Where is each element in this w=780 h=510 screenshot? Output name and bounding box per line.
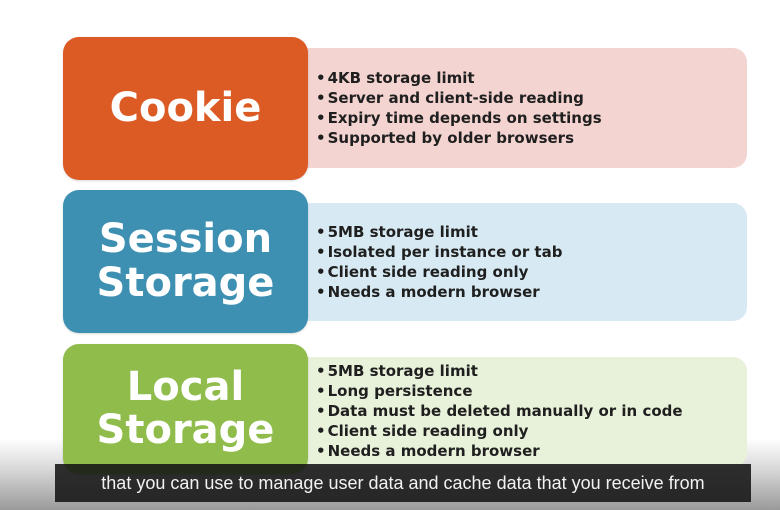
bullet-marker: • [316,442,326,460]
local-bullet: • 5MB storage limit [316,361,747,381]
local-bullet: • Client side reading only [316,421,747,441]
session-title-tile: Session Storage [63,190,308,333]
bullet-text: 5MB storage limit [327,223,478,241]
local-bullet: • Long persistence [316,381,747,401]
session-bullet: • 5MB storage limit [316,222,747,242]
local-features-panel: • 5MB storage limit • Long persistence • Da… [292,357,747,467]
bullet-marker: • [316,382,326,400]
video-caption: that you can use to manage user data and… [55,464,751,502]
local-title-line-2: Storage [96,407,275,453]
bullet-marker: • [316,263,326,281]
bullet-marker: • [316,89,326,107]
bullet-text: Needs a modern browser [327,442,540,460]
session-title-line-1: Session [98,216,273,263]
bullet-marker: • [316,223,326,241]
bullet-text: Server and client-side reading [327,89,584,107]
bullet-text: Supported by older browsers [327,129,574,147]
caption-text: that you can use to manage user data and… [101,472,705,493]
cookie-title: Cookie [109,84,262,131]
cookie-bullet: • 4KB storage limit [316,68,747,88]
session-bullet: • Needs a modern browser [316,282,747,302]
cookie-bullet: • Expiry time depends on settings [316,108,747,128]
bullet-text: Client side reading only [327,422,529,440]
local-title-tile: Local Storage [63,344,308,474]
bullet-marker: • [316,283,326,301]
cookie-bullet: • Supported by older browsers [316,128,747,148]
bullet-text: 4KB storage limit [327,69,475,87]
bullet-marker: • [316,109,326,127]
local-bullet: • Data must be deleted manually or in cod… [316,401,747,421]
bullet-marker: • [316,129,326,147]
session-bullet: • Isolated per instance or tab [316,242,747,262]
bullet-text: Expiry time depends on settings [327,109,602,127]
bullet-text: Client side reading only [327,263,529,281]
session-features-panel: • 5MB storage limit • Isolated per instanc… [292,203,747,321]
bullet-marker: • [316,243,326,261]
bullet-text: Long persistence [327,382,473,400]
cookie-title-tile: Cookie [63,37,308,180]
bullet-marker: • [316,69,326,87]
local-title-line-1: Local [126,363,245,410]
local-bullet: • Needs a modern browser [316,441,747,461]
session-bullet: • Client side reading only [316,262,747,282]
bullet-marker: • [316,362,326,380]
session-title-line-2: Storage [96,259,275,306]
bullet-marker: • [316,422,326,440]
cookie-bullet: • Server and client-side reading [316,88,747,108]
bullet-text: Needs a modern browser [327,283,540,301]
bullet-text: 5MB storage limit [327,362,478,380]
bullet-text: Isolated per instance or tab [327,243,563,261]
bullet-marker: • [316,402,326,420]
cookie-features-panel: • 4KB storage limit • Server and client-si… [292,48,747,168]
bullet-text: Data must be deleted manually or in code [327,402,683,420]
